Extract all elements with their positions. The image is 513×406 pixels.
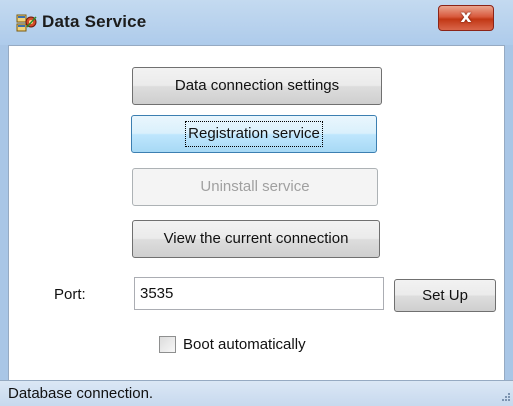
uninstall-service-button: Uninstall service [132,168,378,206]
data-connection-settings-label: Data connection settings [174,77,340,94]
view-current-connection-button[interactable]: View the current connection [132,220,380,258]
registration-service-label: Registration service [185,121,323,147]
data-connection-settings-button[interactable]: Data connection settings [132,67,382,105]
uninstall-service-label: Uninstall service [200,178,310,195]
set-up-label: Set Up [422,287,468,304]
resize-grip-icon[interactable] [497,390,511,404]
data-service-window: Data Service x Data connection settings … [0,0,513,406]
status-text: Database connection. [8,385,154,402]
boot-automatically-label[interactable]: Boot automatically [183,336,306,353]
client-area: Data connection settings Registration se… [8,45,505,380]
boot-automatically-checkbox[interactable] [159,336,176,353]
window-title: Data Service [42,12,147,31]
close-button[interactable]: x [438,5,494,31]
registration-service-button[interactable]: Registration service [131,115,377,153]
app-icon [16,13,38,33]
close-icon: x [460,7,472,27]
view-current-connection-label: View the current connection [163,230,349,247]
title-bar[interactable]: Data Service x [0,0,513,45]
port-input[interactable] [134,277,384,310]
port-label: Port: [54,286,86,303]
set-up-button[interactable]: Set Up [394,279,496,312]
status-bar: Database connection. [0,380,513,406]
